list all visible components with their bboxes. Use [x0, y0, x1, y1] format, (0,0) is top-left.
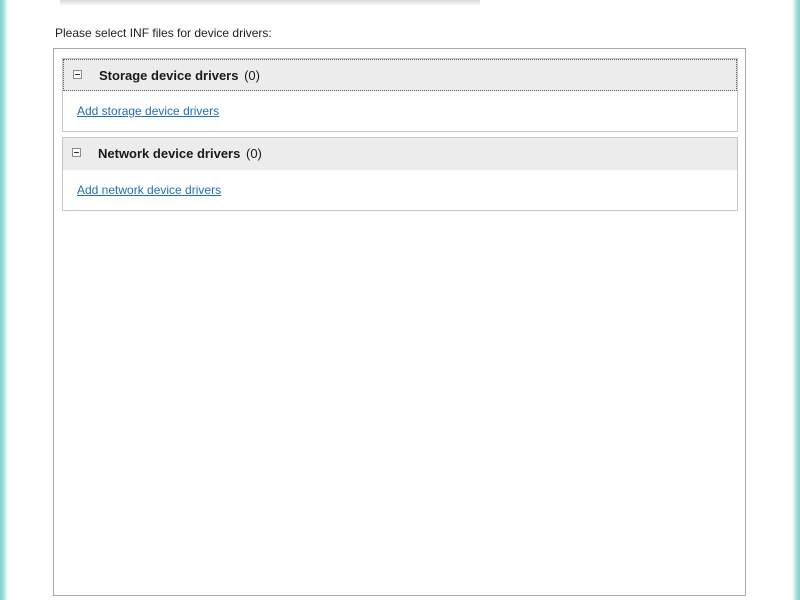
- window-border-right: [792, 0, 800, 600]
- network-drivers-title: Network device drivers (0): [98, 146, 262, 161]
- group-count: (0): [244, 68, 260, 83]
- storage-drivers-group: Storage device drivers (0) Add storage d…: [62, 58, 738, 132]
- instruction-text: Please select INF files for device drive…: [55, 26, 272, 40]
- collapse-minus-icon[interactable]: [72, 148, 81, 157]
- add-network-drivers-link[interactable]: Add network device drivers: [77, 183, 221, 197]
- group-name: Network device drivers: [98, 146, 241, 161]
- network-drivers-group-header[interactable]: Network device drivers (0): [63, 138, 737, 170]
- add-storage-drivers-link[interactable]: Add storage device drivers: [77, 104, 219, 118]
- collapse-minus-icon[interactable]: [73, 70, 82, 79]
- header-shadow: [60, 0, 480, 6]
- storage-drivers-group-header[interactable]: Storage device drivers (0): [63, 59, 737, 91]
- storage-drivers-title: Storage device drivers (0): [99, 68, 260, 83]
- window-border-left: [0, 0, 8, 600]
- network-drivers-group: Network device drivers (0) Add network d…: [62, 137, 738, 211]
- dialog-window: Please select INF files for device drive…: [0, 0, 800, 600]
- group-name: Storage device drivers: [99, 68, 239, 83]
- group-count: (0): [245, 146, 262, 161]
- driver-groups-panel: Storage device drivers (0) Add storage d…: [53, 48, 746, 596]
